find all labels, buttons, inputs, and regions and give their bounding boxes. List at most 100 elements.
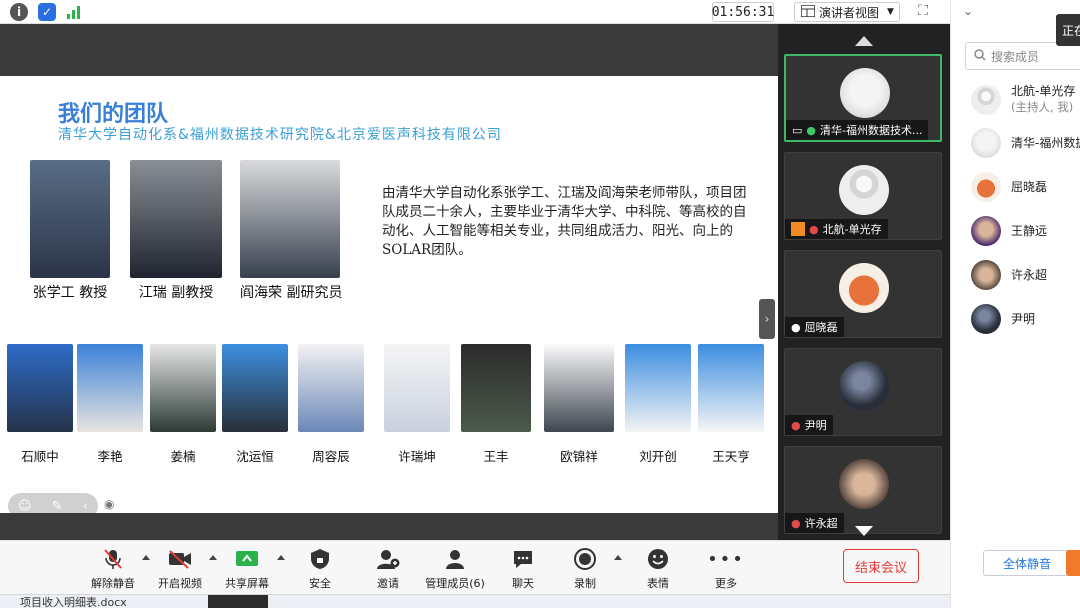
record-dot-icon[interactable]: ◉ [104, 497, 114, 511]
record-button[interactable]: 录制 [555, 547, 615, 591]
share-screen-icon [217, 547, 277, 571]
video-options-caret[interactable] [209, 555, 217, 560]
member-role: (主持人, 我) [1011, 100, 1074, 114]
student-photo [625, 344, 691, 432]
shield-icon [290, 547, 350, 571]
chat-icon [493, 547, 553, 571]
chat-button[interactable]: 聊天 [493, 547, 553, 591]
pen-icon[interactable]: ✎ [52, 499, 63, 514]
video-tile[interactable]: ▭ ● 清华-福州数据技术... [784, 54, 942, 142]
team-intro-text: 由清华大学自动化系张学工、江瑞及阎海荣老师带队，项目团队成员二十余人，主要毕业于… [382, 185, 747, 258]
professor-photo [240, 160, 340, 278]
video-tile[interactable]: ● 许永超 [784, 446, 942, 534]
end-meeting-button[interactable]: 结束会议 [843, 549, 919, 583]
scroll-down-icon[interactable] [855, 526, 873, 536]
smile-icon [628, 547, 688, 571]
professor-card: 张学工 教授 [30, 160, 110, 302]
avatar [839, 361, 889, 411]
member-item[interactable]: 屈晓磊 [971, 172, 1047, 202]
video-tile-label: ● 许永超 [785, 513, 844, 533]
student-card: 姜楠 [150, 344, 216, 465]
scroll-up-icon[interactable] [855, 36, 873, 46]
member-item[interactable]: 北航-单光存 (主持人, 我) [971, 84, 1075, 115]
student-photo [384, 344, 450, 432]
video-tile-label: ● 屈晓磊 [785, 317, 844, 337]
unmute-options-caret[interactable] [142, 555, 150, 560]
student-photo [698, 344, 764, 432]
member-name: 清华-福州数据 [1011, 135, 1080, 150]
avatar [971, 128, 1001, 158]
student-photo [298, 344, 364, 432]
manage-members-button[interactable]: 管理成员(6) [425, 547, 485, 591]
professor-card: 阎海荣 副研究员 [240, 160, 342, 302]
member-item[interactable]: 王静远 [971, 216, 1047, 246]
student-photo [222, 344, 288, 432]
camera-off-icon [150, 547, 210, 571]
meeting-timer: 01:56:31 [712, 2, 774, 22]
recording-tag[interactable]: 正在 [1056, 14, 1080, 46]
student-photo [77, 344, 143, 432]
share-screen-button[interactable]: 共享屏幕 [217, 547, 277, 591]
avatar [971, 172, 1001, 202]
collapse-panel-button[interactable]: › [759, 299, 775, 339]
student-card: 周容辰 [298, 344, 364, 465]
security-button[interactable]: 安全 [290, 547, 350, 591]
start-video-button[interactable]: 开启视频 [150, 547, 210, 591]
info-icon[interactable]: i [10, 3, 28, 21]
student-card: 许瑞坤 [384, 344, 450, 465]
student-photo [461, 344, 531, 432]
mute-all-button[interactable]: 全体静音 [983, 550, 1071, 576]
search-icon [974, 48, 986, 64]
student-name: 石顺中 [21, 449, 59, 464]
student-card: 欧锦祥 [544, 344, 614, 465]
avatar [839, 263, 889, 313]
student-card: 王丰 [461, 344, 531, 465]
invite-button[interactable]: 邀请 [358, 547, 418, 591]
mic-muted-icon [83, 547, 143, 571]
chevron-down-icon[interactable]: ⌄ [963, 4, 973, 18]
video-tile[interactable]: ● 屈晓磊 [784, 250, 942, 338]
view-mode-dropdown[interactable]: 演讲者视图 ▼ [794, 2, 900, 22]
emoji-icon[interactable]: ☺ [18, 499, 32, 514]
share-options-caret[interactable] [277, 555, 285, 560]
student-name: 王天亨 [712, 449, 750, 464]
grid-icon [800, 3, 816, 20]
professor-photo [130, 160, 222, 278]
student-name: 许瑞坤 [398, 449, 436, 464]
share-screen-icon: ▭ [792, 123, 803, 137]
more-dots-icon: ••• [707, 548, 745, 570]
student-name: 王丰 [483, 449, 509, 464]
signal-icon[interactable] [66, 4, 82, 20]
presentation-slide: 我们的团队 清华大学自动化系&福州数据技术研究院&北京爱医声科技有限公司 张学工… [0, 76, 778, 513]
member-name: 许永超 [1011, 267, 1048, 282]
more-button[interactable]: ••• 更多 [696, 547, 756, 591]
avatar [840, 68, 890, 118]
unmute-button[interactable]: 解除静音 [83, 547, 143, 591]
add-user-icon [358, 547, 418, 571]
video-panel: ▭ ● 清华-福州数据技术... ● 北航-单光存 ● 屈晓磊 ● 尹明 ● 许… [778, 24, 950, 540]
reaction-button[interactable]: 表情 [628, 547, 688, 591]
record-options-caret[interactable] [614, 555, 622, 560]
taskbar-thumbnail[interactable] [208, 595, 268, 608]
avatar [839, 459, 889, 509]
shared-screen: 我们的团队 清华大学自动化系&福州数据技术研究院&北京爱医声科技有限公司 张学工… [0, 24, 778, 540]
shield-icon[interactable]: ✓ [38, 3, 56, 21]
video-tile[interactable]: ● 尹明 [784, 348, 942, 436]
taskbar-item[interactable]: 项目收入明细表.docx [20, 595, 127, 608]
record-icon [555, 547, 615, 571]
fullscreen-icon[interactable]: ⛶ [914, 3, 932, 21]
member-item[interactable]: 尹明 [971, 304, 1035, 334]
slide-controls[interactable]: ☺ ✎ ‹ [8, 493, 98, 513]
search-members-input[interactable]: 搜索成员 [965, 42, 1080, 70]
student-card: 沈运恒 [222, 344, 288, 465]
mic-icon: ● [791, 320, 801, 334]
student-name: 沈运恒 [236, 449, 274, 464]
member-item[interactable]: 许永超 [971, 260, 1047, 290]
professor-card: 江瑞 副教授 [130, 160, 222, 302]
arrow-left-icon[interactable]: ‹ [83, 499, 88, 514]
app-logo-icon[interactable] [1066, 550, 1080, 576]
video-tile[interactable]: ● 北航-单光存 [784, 152, 942, 240]
member-item[interactable]: 清华-福州数据 [971, 128, 1080, 158]
professor-name: 张学工 教授 [32, 285, 108, 301]
video-tile-label: ● 尹明 [785, 415, 833, 435]
